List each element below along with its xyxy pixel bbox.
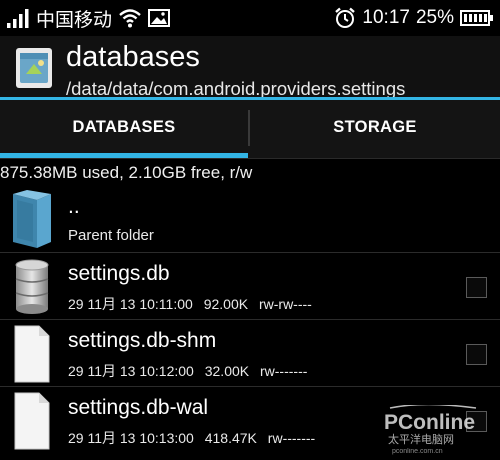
file-name: settings.db (68, 262, 170, 285)
file-date: 29 11月 13 10:13:00 (68, 430, 194, 446)
select-checkbox[interactable] (466, 344, 487, 365)
watermark-subtitle: 太平洋电脑网 (388, 432, 454, 446)
file-icon (10, 391, 54, 451)
file-date: 29 11月 13 10:12:00 (68, 363, 194, 379)
wifi-icon (118, 8, 142, 28)
pconline-watermark: PConline 太平洋电脑网 pconline.com.cn (384, 403, 496, 455)
tab-bar: DATABASES STORAGE (0, 100, 500, 159)
signal-bars-icon (6, 8, 30, 28)
file-name: settings.db-wal (68, 396, 209, 419)
file-size: 92.00K (203, 296, 249, 312)
tab-databases[interactable]: DATABASES (0, 100, 248, 155)
file-details: 29 11月 13 10:12:00 32.00K rw------- (68, 361, 314, 381)
file-details: 29 11月 13 10:11:00 92.00K rw-rw---- (68, 294, 319, 314)
file-size: 32.00K (204, 363, 250, 379)
file-details: 29 11月 13 10:13:00 418.47K rw------- (68, 428, 322, 448)
list-item-settings-db[interactable]: settings.db 29 11月 13 10:11:00 92.00K rw… (0, 253, 500, 319)
image-icon (148, 8, 171, 28)
page-title: databases (66, 41, 200, 73)
file-manager-app-icon[interactable] (14, 46, 54, 90)
file-permissions: rw------- (260, 363, 308, 379)
file-permissions: rw-rw---- (258, 296, 312, 312)
watermark-url: pconline.com.cn (392, 448, 443, 455)
file-subtitle: Parent folder (68, 227, 154, 244)
folder-icon (10, 190, 54, 250)
tab-storage[interactable]: STORAGE (250, 100, 500, 155)
file-name: settings.db-shm (68, 329, 217, 352)
watermark-brand: PConline (384, 411, 475, 434)
select-checkbox[interactable] (466, 277, 487, 298)
action-bar: databases /data/data/com.android.provide… (0, 36, 500, 99)
file-date: 29 11月 13 10:11:00 (68, 296, 193, 312)
list-item-parent-folder[interactable]: .. Parent folder (0, 186, 500, 252)
file-size: 418.47K (204, 430, 257, 446)
file-icon (10, 324, 54, 384)
battery-icon (460, 9, 494, 27)
database-icon (10, 257, 54, 317)
status-bar: 中国移动 10:17 25% (0, 0, 500, 36)
file-name: .. (68, 195, 80, 218)
alarm-clock-icon (334, 7, 356, 29)
carrier-name: 中国移动 (36, 9, 113, 31)
clock-time: 10:17 (362, 7, 410, 28)
tab-bar-bottom-border (0, 158, 500, 159)
list-item-settings-db-shm[interactable]: settings.db-shm 29 11月 13 10:12:00 32.00… (0, 320, 500, 386)
storage-info: 875.38MB used, 2.10GB free, r/w (0, 163, 253, 182)
file-permissions: rw------- (267, 430, 316, 446)
battery-percent: 25% (415, 7, 454, 28)
